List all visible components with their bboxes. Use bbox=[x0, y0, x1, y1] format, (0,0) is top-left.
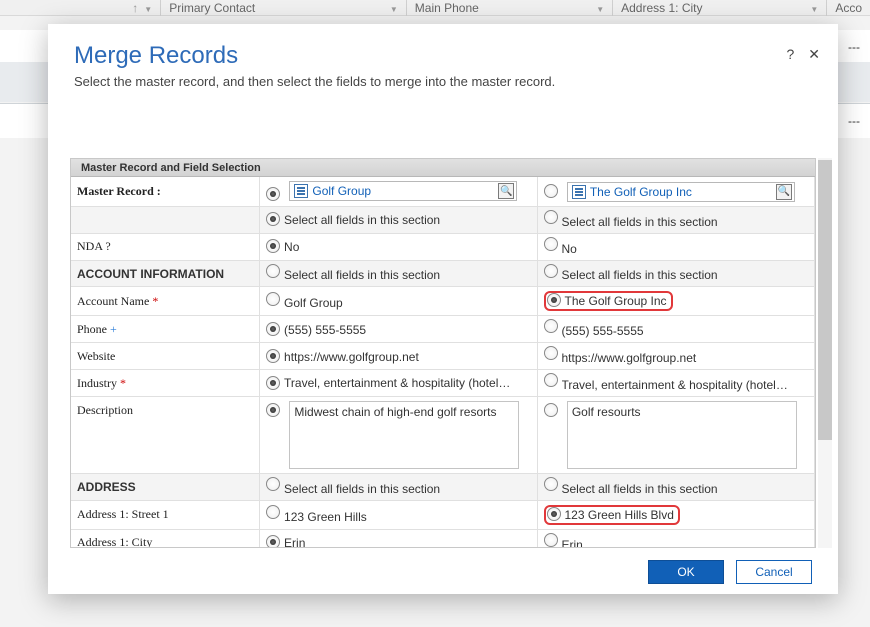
highlight-account-name: The Golf Group Inc bbox=[544, 291, 673, 311]
section-address: ADDRESS bbox=[77, 480, 136, 494]
label-description: Description bbox=[77, 403, 133, 417]
dialog-footer: OK Cancel bbox=[48, 550, 838, 594]
desc-right-text[interactable]: Golf resourts bbox=[567, 401, 797, 469]
select-all-acct-left[interactable] bbox=[266, 264, 280, 278]
help-icon[interactable]: ? bbox=[786, 46, 794, 63]
col-main-phone[interactable]: Main Phone bbox=[415, 1, 479, 15]
lookup-icon[interactable]: 🔍 bbox=[498, 183, 514, 199]
dialog-subtitle: Select the master record, and then selec… bbox=[74, 74, 812, 89]
section-bar-master: Master Record and Field Selection bbox=[71, 159, 815, 177]
merge-records-dialog: Merge Records Select the master record, … bbox=[48, 24, 838, 594]
col-address1-city[interactable]: Address 1: City bbox=[621, 1, 702, 15]
label-street1: Address 1: Street 1 bbox=[77, 507, 169, 521]
radio-acct-name-left[interactable] bbox=[266, 292, 280, 306]
record-icon bbox=[572, 185, 586, 199]
record-icon bbox=[294, 184, 308, 198]
select-all-addr-right[interactable] bbox=[544, 477, 558, 491]
radio-website-right[interactable] bbox=[544, 346, 558, 360]
filter-icon[interactable] bbox=[810, 1, 818, 15]
label-city: Address 1: City bbox=[77, 535, 152, 548]
highlight-street: 123 Green Hills Blvd bbox=[544, 505, 680, 525]
radio-nda-left[interactable] bbox=[266, 239, 280, 253]
label-account-name: Account Name * bbox=[77, 294, 158, 308]
label-website: Website bbox=[77, 349, 115, 363]
radio-nda-right[interactable] bbox=[544, 237, 558, 251]
desc-left-text[interactable]: Midwest chain of high-end golf resorts bbox=[289, 401, 519, 469]
scrollbar-thumb[interactable] bbox=[818, 160, 832, 440]
radio-phone-right[interactable] bbox=[544, 319, 558, 333]
grid-header: Primary Contact Main Phone Address 1: Ci… bbox=[0, 0, 870, 16]
radio-desc-right[interactable] bbox=[544, 403, 558, 417]
filter-icon[interactable] bbox=[596, 1, 604, 15]
sort-asc-icon bbox=[132, 1, 138, 15]
master-radio-record1[interactable] bbox=[266, 187, 280, 201]
label-industry: Industry * bbox=[77, 376, 126, 390]
scrollbar-track[interactable] bbox=[818, 158, 832, 548]
select-all-radio-left[interactable] bbox=[266, 212, 280, 226]
label-nda: NDA ? bbox=[77, 239, 111, 253]
master-radio-record2[interactable] bbox=[544, 184, 558, 198]
col-account[interactable]: Acco bbox=[835, 1, 862, 15]
lookup-record2[interactable]: The Golf Group Inc 🔍 bbox=[567, 182, 795, 202]
select-all-acct-right[interactable] bbox=[544, 264, 558, 278]
filter-icon[interactable] bbox=[144, 1, 152, 15]
select-all-radio-right[interactable] bbox=[544, 210, 558, 224]
radio-industry-right[interactable] bbox=[544, 373, 558, 387]
lookup-icon[interactable]: 🔍 bbox=[776, 184, 792, 200]
radio-desc-left[interactable] bbox=[266, 403, 280, 417]
radio-street-right[interactable] bbox=[547, 507, 561, 521]
filter-icon[interactable] bbox=[390, 1, 398, 15]
col-primary-contact[interactable]: Primary Contact bbox=[169, 1, 255, 15]
ok-button[interactable]: OK bbox=[648, 560, 724, 584]
radio-street-left[interactable] bbox=[266, 505, 280, 519]
radio-city-left[interactable] bbox=[266, 535, 280, 548]
section-account-info: ACCOUNT INFORMATION bbox=[77, 267, 224, 281]
radio-phone-left[interactable] bbox=[266, 322, 280, 336]
lookup-record1[interactable]: Golf Group 🔍 bbox=[289, 181, 517, 201]
radio-industry-left[interactable] bbox=[266, 376, 280, 390]
select-all-addr-left[interactable] bbox=[266, 477, 280, 491]
merge-grid-panel: Master Record and Field Selection Master… bbox=[70, 158, 816, 548]
close-icon[interactable]: ✕ bbox=[808, 46, 820, 63]
cancel-button[interactable]: Cancel bbox=[736, 560, 812, 584]
master-record-label: Master Record : bbox=[77, 184, 161, 198]
dialog-title: Merge Records bbox=[74, 42, 812, 70]
label-phone: Phone + bbox=[77, 322, 117, 336]
radio-city-right[interactable] bbox=[544, 533, 558, 547]
radio-acct-name-right[interactable] bbox=[547, 293, 561, 307]
radio-website-left[interactable] bbox=[266, 349, 280, 363]
